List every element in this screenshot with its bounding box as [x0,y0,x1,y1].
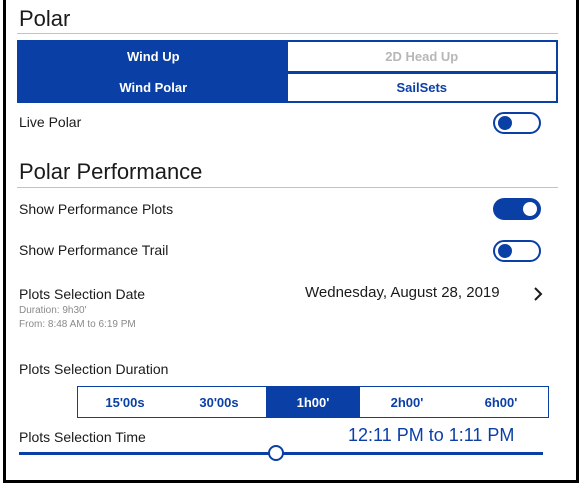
selection-date-value[interactable]: Wednesday, August 28, 2019 [305,284,500,301]
selection-duration-info: Duration: 9h30' [19,305,87,316]
polar-section-title: Polar [19,6,71,31]
polar-divider [17,33,558,34]
selection-time-value: 12:11 PM to 1:11 PM [348,425,515,445]
polar-type-segmented-control: Wind Polar SailSets [17,72,558,103]
live-polar-toggle[interactable] [493,112,541,134]
duration-option-15m[interactable]: 15'00s [78,387,172,417]
toggle-knob [498,244,512,258]
show-plots-label: Show Performance Plots [19,201,174,217]
show-plots-toggle[interactable] [493,198,541,220]
duration-option-1h[interactable]: 1h00' [266,387,360,417]
duration-segmented-control: 15'00s 30'00s 1h00' 2h00' 6h00' [77,386,549,418]
performance-divider [17,187,558,188]
selection-duration-label: Plots Selection Duration [19,361,169,377]
tab-sailsets[interactable]: SailSets [287,74,556,101]
toggle-knob [498,116,512,130]
toggle-knob [523,202,537,216]
duration-option-30m[interactable]: 30'00s [172,387,266,417]
duration-option-6h[interactable]: 6h00' [454,387,548,417]
duration-option-2h[interactable]: 2h00' [360,387,454,417]
time-slider-thumb[interactable] [267,445,284,461]
performance-section-title: Polar Performance [19,159,203,184]
tab-wind-polar[interactable]: Wind Polar [19,74,288,101]
show-trail-toggle[interactable] [493,240,541,262]
selection-date-label: Plots Selection Date [19,286,146,302]
view-mode-segmented-control: Wind Up 2D Head Up [17,40,558,73]
live-polar-label: Live Polar [19,114,82,130]
tab-wind-up[interactable]: Wind Up [19,42,288,71]
tab-2d-head-up[interactable]: 2D Head Up [287,42,556,71]
show-trail-label: Show Performance Trail [19,242,169,258]
selection-time-label: Plots Selection Time [19,429,146,445]
selection-range-info: From: 8:48 AM to 6:19 PM [19,319,136,330]
chevron-right-icon[interactable] [533,287,543,301]
